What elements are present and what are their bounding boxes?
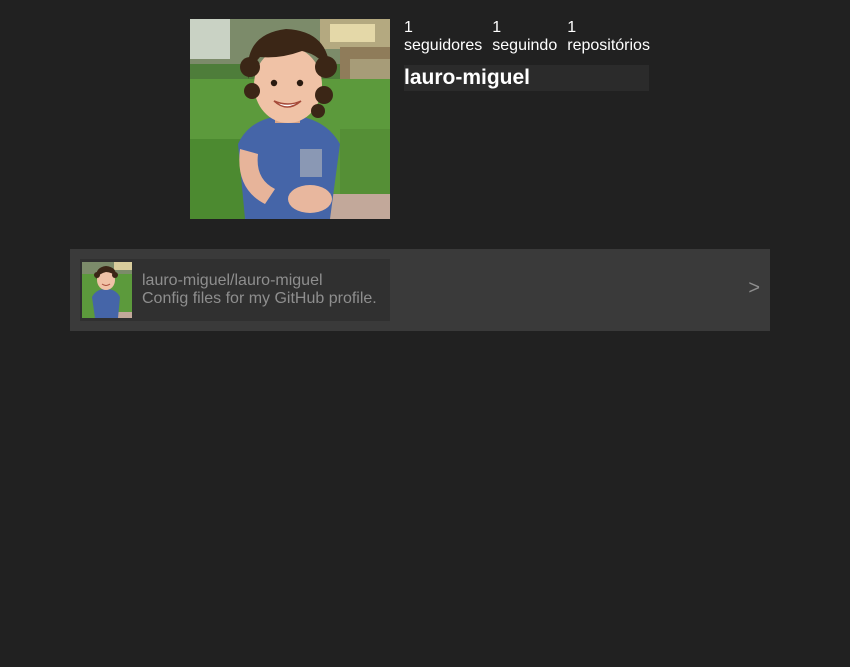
repositories-stat[interactable]: 1 repositórios <box>567 19 650 55</box>
profile-stats: 1 seguidores 1 seguindo 1 repositórios <box>404 19 650 55</box>
following-label: seguindo <box>492 37 558 54</box>
followers-stat[interactable]: 1 seguidores <box>404 19 482 55</box>
profile-username: lauro-miguel <box>404 65 649 91</box>
profile-header: 1 seguidores 1 seguindo 1 repositórios l… <box>190 19 650 219</box>
following-count: 1 <box>492 19 502 36</box>
followers-count: 1 <box>404 19 413 36</box>
repo-card[interactable]: lauro-miguel/lauro-miguel Config files f… <box>80 259 390 321</box>
profile-info: 1 seguidores 1 seguindo 1 repositórios l… <box>404 19 650 219</box>
repositories-count: 1 <box>567 19 577 36</box>
followers-label: seguidores <box>404 37 483 54</box>
avatar-image <box>190 19 390 219</box>
repo-avatar-image <box>82 262 132 318</box>
avatar <box>190 19 390 219</box>
profile-page: 1 seguidores 1 seguindo 1 repositórios l… <box>0 0 850 667</box>
repo-list: lauro-miguel/lauro-miguel Config files f… <box>70 249 770 331</box>
repositories-label: repositórios <box>567 37 650 54</box>
repo-avatar <box>82 262 132 318</box>
repo-name[interactable]: lauro-miguel/lauro-miguel <box>142 272 377 290</box>
repo-text: lauro-miguel/lauro-miguel Config files f… <box>142 272 377 308</box>
next-arrow-button[interactable]: > <box>748 277 760 299</box>
repo-description: Config files for my GitHub profile. <box>142 290 377 307</box>
following-stat[interactable]: 1 seguindo <box>492 19 557 55</box>
